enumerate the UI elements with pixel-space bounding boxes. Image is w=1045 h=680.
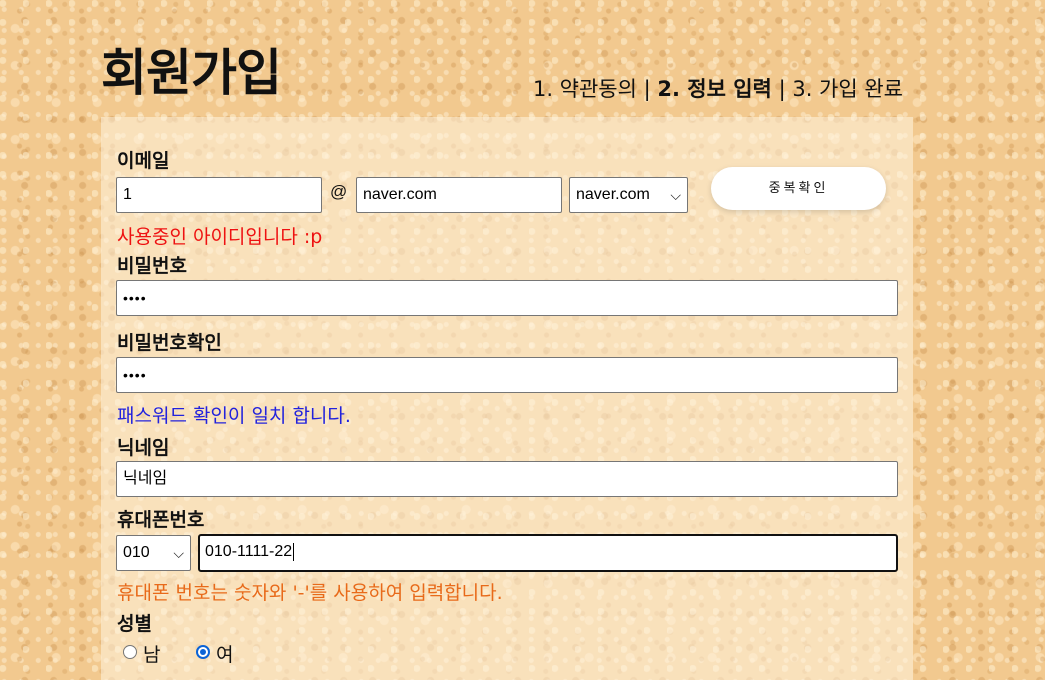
password-input[interactable]: ••••	[116, 280, 898, 316]
gender-female-label: 여	[216, 644, 234, 666]
step-complete: | 3. 가입 완료	[778, 77, 903, 101]
chevron-down-icon: ⌵	[670, 187, 681, 203]
step-terms: 1. 약관동의 |	[532, 77, 651, 101]
password-label: 비밀번호	[117, 255, 187, 277]
step-indicator: 1. 약관동의 | 2. 정보 입력 | 3. 가입 완료	[533, 73, 903, 103]
gender-male-radio[interactable]	[123, 645, 137, 659]
email-local-input[interactable]: 1	[116, 177, 322, 213]
nickname-label: 닉네임	[117, 437, 170, 459]
chevron-down-icon: ⌵	[173, 545, 184, 561]
email-domain-select[interactable]: naver.com ⌵	[569, 177, 688, 213]
password-confirm-input[interactable]: ••••	[116, 357, 898, 393]
gender-female-radio[interactable]	[196, 645, 210, 659]
phone-label: 휴대폰번호	[117, 509, 205, 531]
phone-format-message: 휴대폰 번호는 숫자와 '-'를 사용하여 입력합니다.	[117, 582, 503, 604]
page-title: 회원가입	[101, 44, 282, 102]
phone-number-value: 010-1111-22	[205, 543, 293, 560]
password-match-message: 패스워드 확인이 일치 합니다.	[117, 405, 351, 427]
phone-number-input[interactable]: 010-1111-22	[198, 534, 898, 572]
gender-label: 성별	[117, 613, 152, 635]
duplicate-check-button[interactable]: 중복확인	[711, 167, 886, 210]
text-cursor	[293, 542, 295, 561]
phone-prefix-select[interactable]: 010 ⌵	[116, 535, 191, 571]
email-status-message: 사용중인 아이디입니다 :p	[117, 226, 323, 248]
step-info-current: 2. 정보 입력	[657, 77, 772, 101]
nickname-input[interactable]: 닉네임	[116, 461, 898, 497]
email-domain-input[interactable]: naver.com	[356, 177, 562, 213]
email-domain-select-value: naver.com	[576, 186, 650, 203]
email-label: 이메일	[117, 150, 170, 172]
password-confirm-label: 비밀번호확인	[117, 332, 222, 354]
phone-prefix-select-value: 010	[123, 544, 150, 561]
gender-male-label: 남	[143, 644, 161, 666]
at-sign: @	[330, 182, 348, 201]
